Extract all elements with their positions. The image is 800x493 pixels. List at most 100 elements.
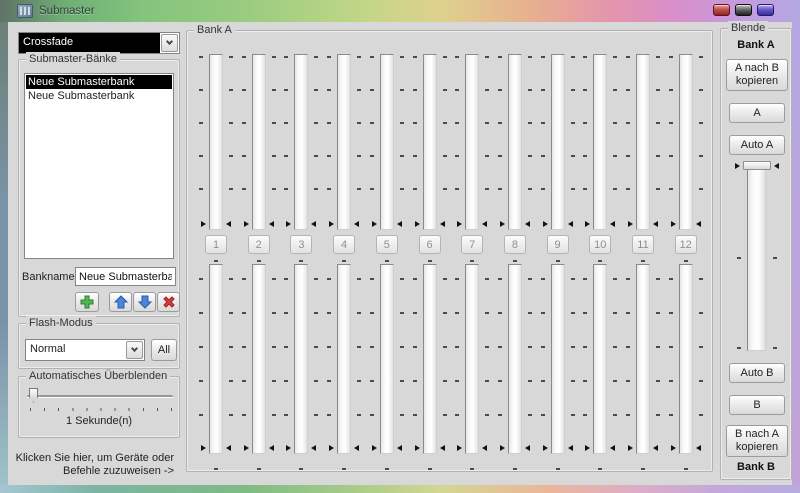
tick-mark [541,380,545,382]
window-maximize-button[interactable] [757,4,774,16]
fader-number-button[interactable]: 4 [333,235,355,254]
fader-track[interactable] [294,264,308,454]
blend-slider[interactable] [734,161,780,353]
fader-track[interactable] [636,54,650,230]
copy-a-to-b-button[interactable]: A nach B kopieren [726,59,788,91]
tick-mark [443,346,447,348]
tick-mark [571,346,575,348]
copy-b-to-a-button[interactable]: B nach A kopieren [726,425,788,457]
fader-number-button[interactable]: 10 [589,235,611,254]
auto-a-button[interactable]: Auto A [729,135,785,155]
fader-track[interactable] [380,54,394,230]
delete-bank-button[interactable] [157,292,180,312]
fader-track[interactable] [337,54,351,230]
tick-mark [613,122,617,124]
slider-thumb[interactable] [29,388,38,403]
fader-track[interactable] [423,264,437,454]
tick-mark [272,380,276,382]
a-button[interactable]: A [729,103,785,123]
fader-thumb-marker [653,221,658,227]
fader-track[interactable] [679,54,693,230]
fade-time-slider[interactable] [27,387,173,405]
assign-hint-line2[interactable]: Befehle zuzuweisen -> [8,465,174,478]
fader-track[interactable] [551,264,565,454]
tick-mark [498,346,502,348]
list-item[interactable]: Neue Submasterbank [26,89,172,103]
fader-number-button[interactable]: 5 [376,235,398,254]
fader-number-button[interactable]: 3 [290,235,312,254]
add-bank-button[interactable] [75,292,99,312]
tick-mark [272,188,276,190]
fader-number-button[interactable]: 8 [504,235,526,254]
tick-mark [699,89,703,91]
fader-thumb-marker [372,445,377,451]
fader-track[interactable] [508,264,522,454]
fader-track[interactable] [593,54,607,230]
bankname-input[interactable] [75,267,176,286]
tick-mark [583,380,587,382]
fader-number-button[interactable]: 11 [632,235,654,254]
flash-all-button[interactable]: All [151,339,177,361]
fader-bottom [494,264,536,454]
tick-mark [229,122,233,124]
fader-number-button[interactable]: 1 [205,235,227,254]
window-minimize-button[interactable] [735,4,752,16]
fader-track[interactable] [508,54,522,230]
bank-list[interactable]: Neue SubmasterbankNeue Submasterbank [24,73,174,259]
assign-hint-line1[interactable]: Klicken Sie hier, um Geräte oder [8,452,174,465]
tick-mark [385,260,389,262]
fader-number-button[interactable]: 2 [248,235,270,254]
tick-mark [314,346,318,348]
b-button[interactable]: B [729,395,785,415]
chevron-down-icon[interactable] [126,341,143,359]
fader-track[interactable] [337,264,351,454]
fader-track[interactable] [593,264,607,454]
tick-mark [413,155,417,157]
fader-number-button[interactable]: 6 [419,235,441,254]
tick-mark [656,312,660,314]
tick-mark [626,188,630,190]
flash-mode-value[interactable]: Normal [26,340,125,360]
fader-track[interactable] [423,54,437,230]
auto-b-button[interactable]: Auto B [729,363,785,383]
tick-mark [498,188,502,190]
tick-mark [229,312,233,314]
blend-slider-track[interactable] [747,166,766,351]
move-bank-down-button[interactable] [133,292,156,312]
slider-track[interactable] [27,395,173,397]
fader-number-button[interactable]: 12 [675,235,697,254]
window-close-button[interactable] [713,4,730,16]
fader-track[interactable] [679,264,693,454]
tick-mark [357,278,361,280]
mode-dropdown[interactable]: Crossfade [18,32,180,54]
blend-slider-thumb[interactable] [743,161,771,170]
flash-mode-dropdown[interactable]: Normal [25,339,145,361]
tick-mark [284,122,288,124]
move-bank-up-button[interactable] [109,292,132,312]
fader-track[interactable] [209,54,223,230]
chevron-down-icon[interactable] [161,34,178,52]
tick-mark [669,89,673,91]
tick-mark [342,468,346,470]
titlebar[interactable]: Submaster [0,0,800,22]
mode-dropdown-value[interactable]: Crossfade [19,33,160,53]
list-item[interactable]: Neue Submasterbank [26,75,172,89]
fader-track[interactable] [252,54,266,230]
fader-track[interactable] [465,264,479,454]
tick-mark [684,260,688,262]
fader-top [409,54,451,230]
fader-track[interactable] [294,54,308,230]
fader-track[interactable] [252,264,266,454]
fader-track[interactable] [209,264,223,454]
tick-mark [413,278,417,280]
tick-mark [541,414,545,416]
fader-number-button[interactable]: 9 [547,235,569,254]
fader-track[interactable] [465,54,479,230]
fader-thumb-marker [653,445,658,451]
fader-number-button[interactable]: 7 [461,235,483,254]
fader-track[interactable] [551,54,565,230]
fader-track[interactable] [636,264,650,454]
fader-track[interactable] [380,264,394,454]
assign-hint[interactable]: Klicken Sie hier, um Geräte oder Befehle… [8,452,174,478]
tick-mark [428,260,432,262]
